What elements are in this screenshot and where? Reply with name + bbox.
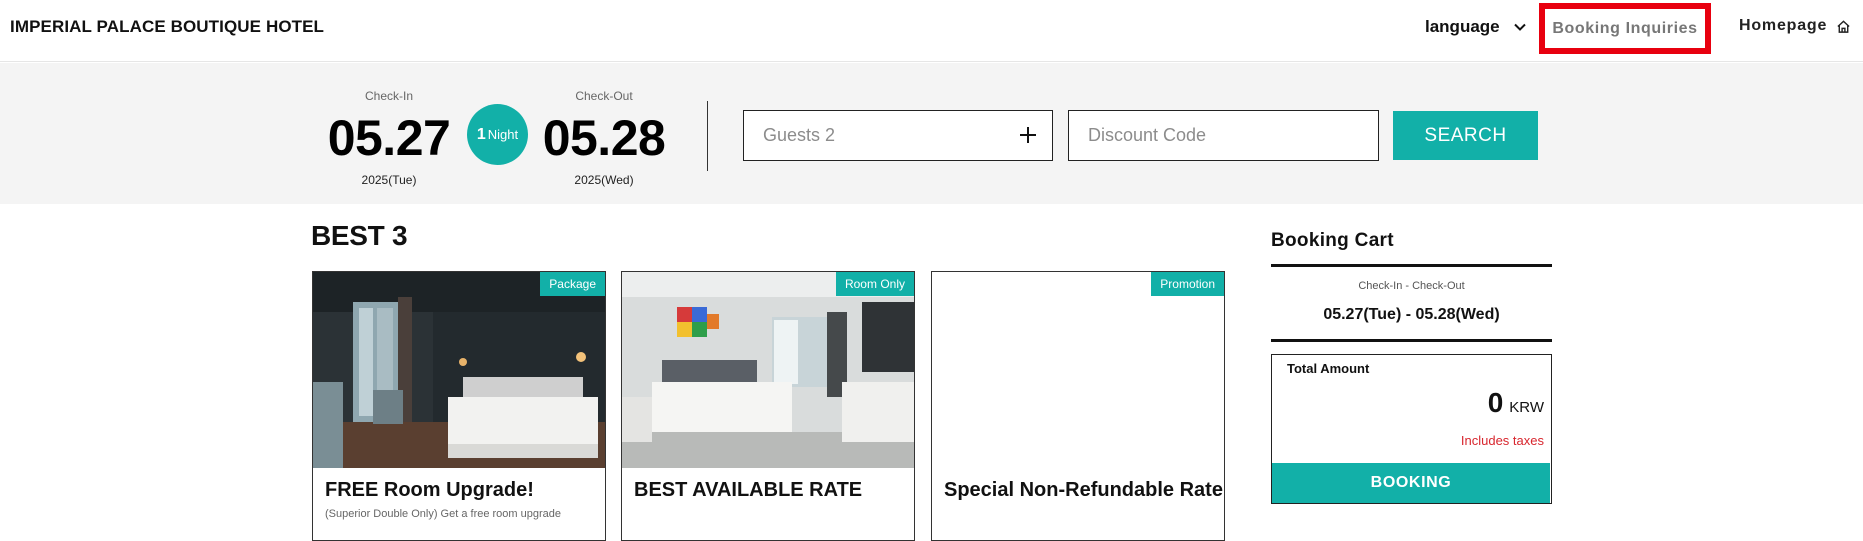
- booking-inquiries-label: Booking Inquiries: [1552, 19, 1698, 37]
- total-amount-value: 0: [1487, 387, 1504, 418]
- language-label: language: [1425, 17, 1500, 36]
- booking-cart-title: Booking Cart: [1271, 230, 1394, 251]
- nights-count: 1: [476, 125, 486, 143]
- divider: [1271, 264, 1552, 267]
- currency-label: KRW: [1509, 399, 1544, 416]
- cart-range-value: 05.27(Tue) - 05.28(Wed): [1323, 306, 1500, 323]
- total-amount-label: Total Amount: [1287, 361, 1370, 376]
- checkout-date: 05.28: [542, 110, 666, 166]
- offer-tag: Promotion: [1151, 272, 1224, 296]
- checkout-label: Check-Out: [575, 89, 633, 103]
- guests-text: Guests 2: [763, 125, 836, 145]
- offer-tag: Room Only: [835, 272, 914, 296]
- search-band: Check-In 05.27 2025(Tue) 1 Night Check-O…: [0, 63, 1863, 204]
- discount-code-field: [1068, 110, 1379, 161]
- top-header: IMPERIAL PALACE BOUTIQUE HOTEL language …: [0, 0, 1863, 62]
- nights-unit: Night: [487, 127, 519, 142]
- homepage-link[interactable]: Homepage: [1739, 17, 1851, 35]
- search-button[interactable]: SEARCH: [1393, 111, 1538, 160]
- offer-title: Special Non-Refundable Rate: [944, 479, 1223, 501]
- best-heading: BEST 3: [311, 220, 408, 251]
- nights-badge: 1 Night: [467, 104, 528, 165]
- offer-description: (Superior Double Only) Get a free room u…: [325, 508, 562, 520]
- offer-title: BEST AVAILABLE RATE: [634, 479, 863, 501]
- checkin-year-day: 2025(Tue): [361, 173, 417, 187]
- hotel-room-photo: [313, 272, 605, 468]
- total-amount-box: Total Amount 0 KRW Includes taxes BOOKIN…: [1271, 354, 1552, 504]
- offer-tag: Package: [540, 272, 605, 296]
- booking-button[interactable]: BOOKING: [1272, 463, 1550, 503]
- divider: [707, 101, 708, 171]
- language-selector[interactable]: language: [1425, 17, 1526, 37]
- offer-card-non-refundable[interactable]: Promotion Special Non-Refundable Rate: [931, 271, 1225, 541]
- home-icon: [1837, 19, 1850, 33]
- offer-card-best-rate[interactable]: Room Only BEST AVAILABLE RATE: [621, 271, 915, 541]
- chevron-down-icon: [1513, 23, 1526, 31]
- homepage-label: Homepage: [1739, 17, 1828, 34]
- offer-title: FREE Room Upgrade!: [325, 479, 534, 501]
- total-amount: 0 KRW: [1488, 387, 1544, 419]
- checkin-label: Check-In: [364, 89, 414, 103]
- checkin-date-picker[interactable]: Check-In 05.27 2025(Tue): [326, 89, 452, 187]
- checkin-date: 05.27: [327, 110, 451, 166]
- checkout-year-day: 2025(Wed): [574, 173, 634, 187]
- cart-range-label: Check-In - Check-Out: [1358, 280, 1465, 292]
- checkout-date-picker[interactable]: Check-Out 05.28 2025(Wed): [541, 89, 667, 187]
- hotel-brand[interactable]: IMPERIAL PALACE BOUTIQUE HOTEL: [10, 17, 324, 37]
- plus-icon[interactable]: [1016, 123, 1040, 147]
- divider: [1271, 339, 1552, 342]
- booking-inquiries-link[interactable]: Booking Inquiries: [1539, 3, 1711, 54]
- hotel-room-photo: [622, 272, 914, 468]
- guests-selector[interactable]: Guests 2: [743, 110, 1053, 161]
- discount-code-input[interactable]: [1088, 125, 1368, 146]
- tax-note: Includes taxes: [1460, 433, 1544, 448]
- offer-card-room-upgrade[interactable]: Package FREE Room Upgrade! (Superior Dou…: [312, 271, 606, 541]
